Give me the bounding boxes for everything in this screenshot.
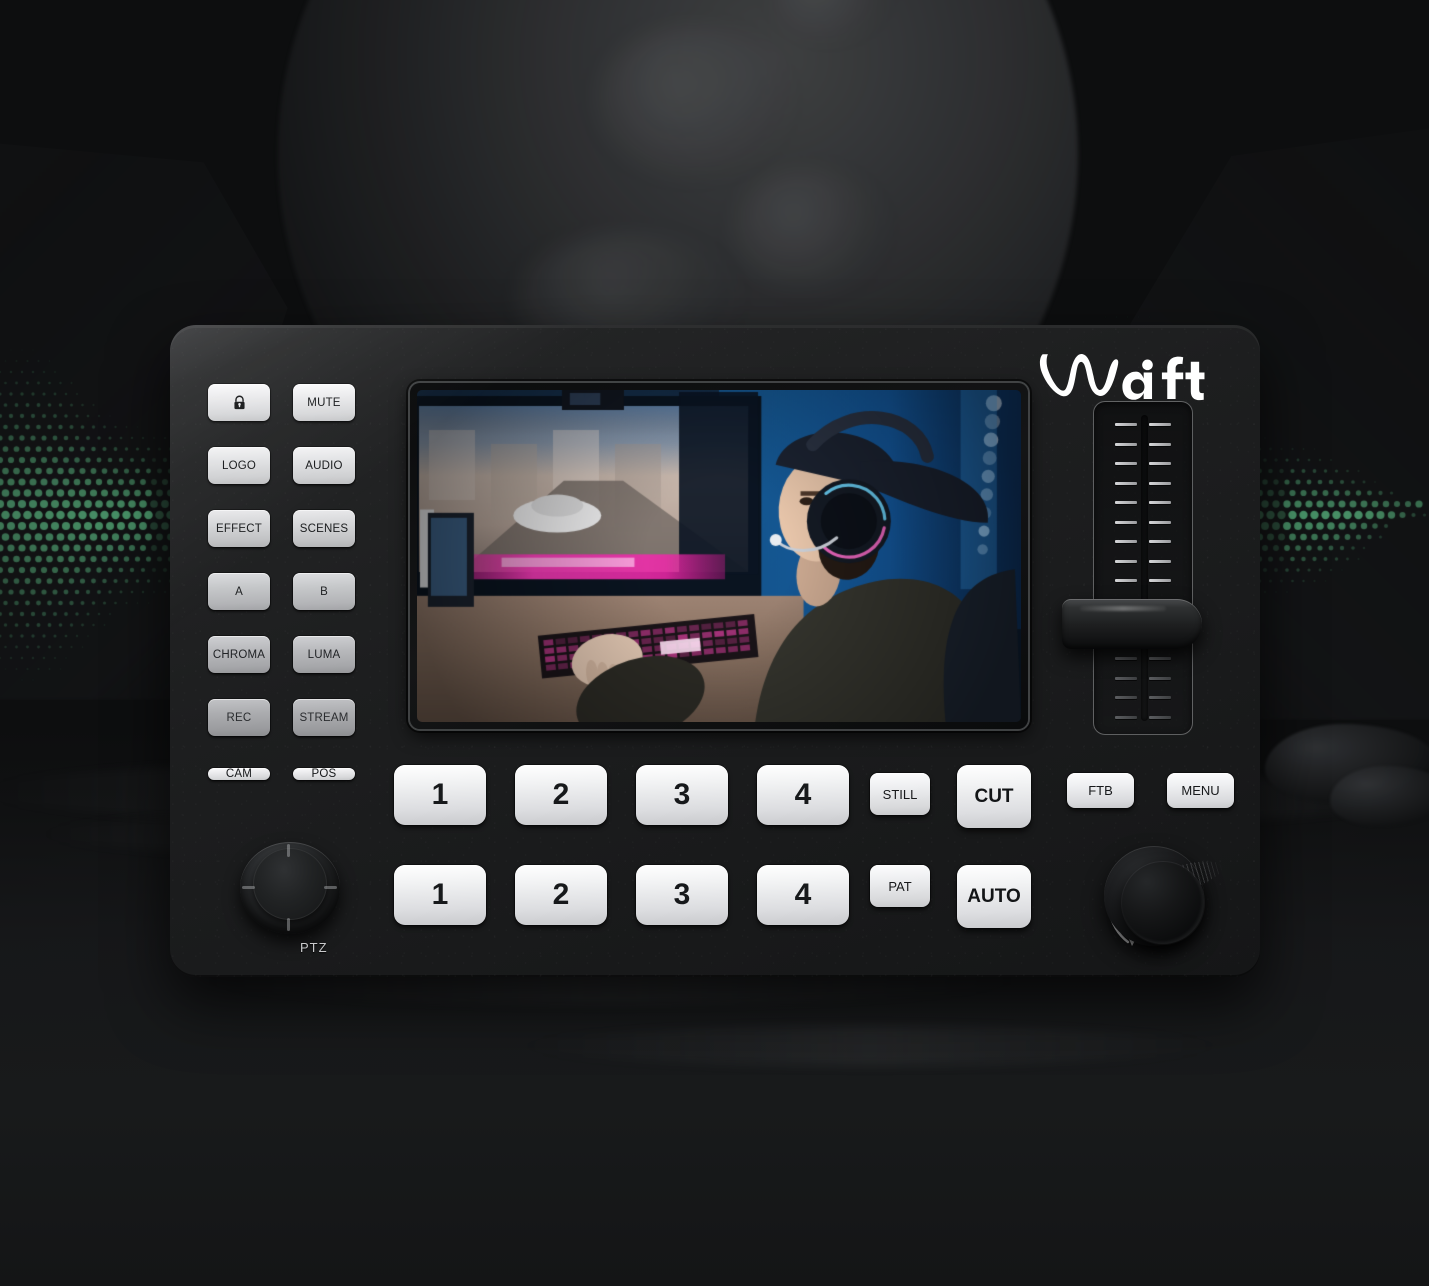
program-button-1[interactable]: 1	[394, 765, 486, 825]
program-button-3[interactable]: 3	[636, 765, 728, 825]
brand-logo	[1035, 345, 1225, 409]
t-bar-tick	[1115, 560, 1137, 563]
key-a-button[interactable]: A	[208, 573, 270, 610]
stream-button[interactable]: STREAM	[293, 699, 355, 736]
ftb-button[interactable]: FTB	[1067, 773, 1134, 808]
t-bar-tick	[1115, 521, 1137, 524]
t-bar-tick	[1149, 443, 1171, 446]
auto-button[interactable]: AUTO	[957, 865, 1031, 928]
t-bar-tick	[1115, 482, 1137, 485]
t-bar-tick	[1149, 423, 1171, 426]
program-button-2[interactable]: 2	[515, 765, 607, 825]
still-button[interactable]: STILL	[870, 773, 930, 815]
preview-button-1[interactable]: 1	[394, 865, 486, 925]
ptz-label: PTZ	[300, 940, 328, 955]
t-bar-tick	[1149, 482, 1171, 485]
t-bar-tick	[1149, 657, 1171, 660]
t-bar-tick	[1149, 579, 1171, 582]
t-bar-tick	[1115, 443, 1137, 446]
t-bar-tick	[1115, 716, 1137, 719]
t-bar-fader[interactable]	[1093, 401, 1201, 735]
function-button-grid: MUTE LOGO AUDIO EFFECT SCENES A B CHROMA…	[208, 384, 355, 736]
t-bar-tick	[1149, 462, 1171, 465]
menu-button[interactable]: MENU	[1167, 773, 1234, 808]
cut-button[interactable]: CUT	[957, 765, 1031, 828]
cut-auto-column: CUT AUTO	[957, 765, 1031, 928]
t-bar-tick	[1149, 696, 1171, 699]
ptz-knob-base[interactable]	[240, 842, 340, 934]
t-bar-tick	[1115, 540, 1137, 543]
logo-button[interactable]: LOGO	[208, 447, 270, 484]
video-switcher-device: MUTE LOGO AUDIO EFFECT SCENES A B CHROMA…	[170, 325, 1260, 977]
mute-button[interactable]: MUTE	[293, 384, 355, 421]
rotary-encoder[interactable]	[1088, 834, 1218, 959]
preview-button-2[interactable]: 2	[515, 865, 607, 925]
t-bar-tick	[1115, 462, 1137, 465]
rotary-cap[interactable]	[1122, 862, 1204, 944]
ptz-joystick[interactable]: PTZ	[240, 842, 352, 972]
key-b-button[interactable]: B	[293, 573, 355, 610]
chroma-button[interactable]: CHROMA	[208, 636, 270, 673]
t-bar-tick	[1115, 501, 1137, 504]
scenes-button[interactable]: SCENES	[293, 510, 355, 547]
t-bar-tick	[1115, 657, 1137, 660]
still-pat-column: STILL PAT	[870, 773, 930, 907]
rec-button[interactable]: REC	[208, 699, 270, 736]
cam-button[interactable]: CAM	[208, 768, 270, 780]
lock-button[interactable]	[208, 384, 270, 421]
utility-button-row: FTB MENU	[1067, 773, 1234, 808]
screenshot-root: MUTE LOGO AUDIO EFFECT SCENES A B CHROMA…	[0, 0, 1429, 1286]
ptz-knob-top[interactable]	[253, 848, 327, 920]
t-bar-tick	[1115, 696, 1137, 699]
t-bar-tick	[1115, 579, 1137, 582]
t-bar-tick	[1149, 501, 1171, 504]
t-bar-slot	[1141, 415, 1148, 721]
screen-bezel	[410, 383, 1028, 729]
luma-button[interactable]: LUMA	[293, 636, 355, 673]
t-bar-tick	[1149, 521, 1171, 524]
effect-button[interactable]: EFFECT	[208, 510, 270, 547]
t-bar-tick	[1115, 677, 1137, 680]
audio-button[interactable]: AUDIO	[293, 447, 355, 484]
t-bar-tick	[1149, 716, 1171, 719]
cam-pos-row: CAM POS	[208, 768, 355, 780]
preview-button-3[interactable]: 3	[636, 865, 728, 925]
source-button-pads: 1 2 3 4 1 2 3 4	[394, 765, 849, 925]
preview-monitor[interactable]	[417, 390, 1021, 722]
t-bar-tick	[1115, 423, 1137, 426]
pat-button[interactable]: PAT	[870, 865, 930, 907]
t-bar-tick	[1149, 560, 1171, 563]
t-bar-handle[interactable]	[1062, 599, 1202, 649]
t-bar-tick	[1149, 677, 1171, 680]
program-button-4[interactable]: 4	[757, 765, 849, 825]
preview-button-4[interactable]: 4	[757, 865, 849, 925]
t-bar-tick	[1149, 540, 1171, 543]
lock-icon	[232, 395, 247, 411]
pos-button[interactable]: POS	[293, 768, 355, 780]
